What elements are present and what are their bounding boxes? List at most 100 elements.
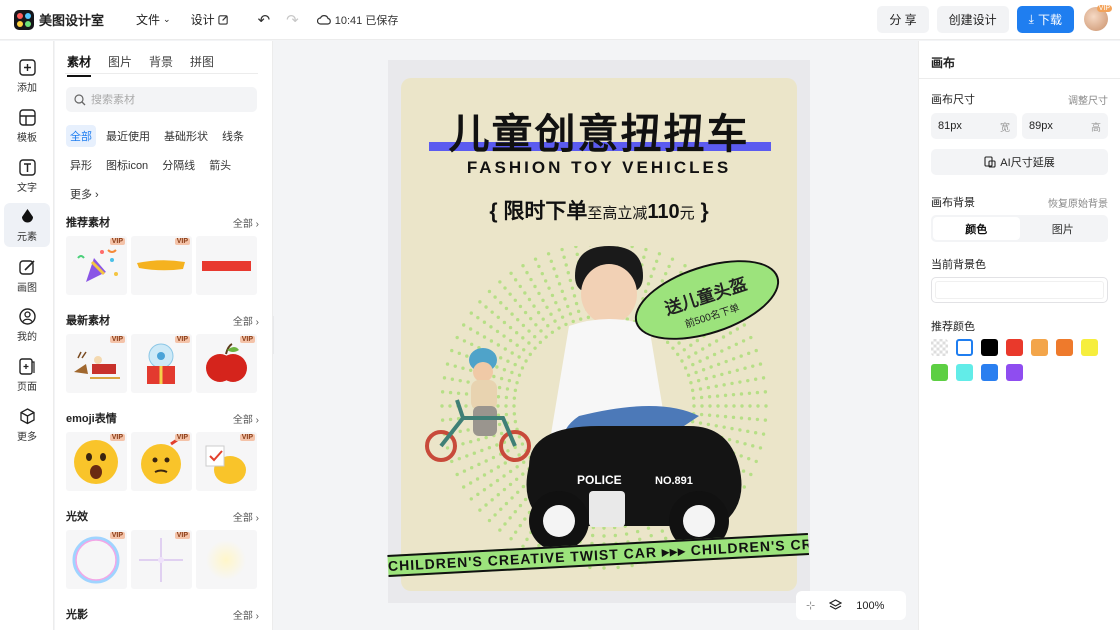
rail-item-add[interactable]: 添加 xyxy=(4,54,50,98)
material-thumb-sparkle[interactable]: VIP xyxy=(131,530,192,589)
filter-chips: 全部 最近使用 基础形状 线条 异形 图标icon 分隔线 箭头 更多 › xyxy=(66,125,266,205)
chip-irregular[interactable]: 异形 xyxy=(66,154,96,176)
chip-basic-shapes[interactable]: 基础形状 xyxy=(160,125,212,147)
bg-type-toggle: 颜色 图片 xyxy=(931,215,1108,242)
canvas-size-label: 画布尺寸 xyxy=(931,94,975,106)
material-thumb-chick-emoji[interactable]: VIP xyxy=(196,432,257,491)
car-police-text: POLICE xyxy=(577,473,622,487)
search-box[interactable] xyxy=(66,87,257,112)
rail-label: 添加 xyxy=(17,83,37,94)
download-icon: ⤓ xyxy=(1028,12,1034,26)
chip-icons[interactable]: 图标icon xyxy=(102,154,152,176)
width-field[interactable]: 81px 宽 xyxy=(931,113,1017,139)
app-logo[interactable]: 美图设计室 xyxy=(14,9,104,30)
poster-promo[interactable]: { 限时下单至高立减110元 } xyxy=(401,195,797,225)
section-title: 光效 xyxy=(66,511,88,523)
redo-icon[interactable]: ↷ xyxy=(286,11,299,29)
swatch-red[interactable] xyxy=(1006,339,1023,356)
resize-link[interactable]: 调整尺寸 xyxy=(1068,92,1108,107)
swatch-blue[interactable] xyxy=(981,364,998,381)
swatch-black[interactable] xyxy=(981,339,998,356)
poster-canvas[interactable]: 儿童创意扭扭车 FASHION TOY VEHICLES { 限时下单至高立减1… xyxy=(401,78,797,591)
section-light-effects: 光效 全部 › VIP VIP xyxy=(66,508,259,589)
material-thumb-glow[interactable] xyxy=(196,530,257,589)
rail-item-text[interactable]: 文字 xyxy=(4,154,50,198)
poster-title[interactable]: 儿童创意扭扭车 xyxy=(401,100,797,160)
color-swatches xyxy=(931,339,1111,381)
chip-recent[interactable]: 最近使用 xyxy=(102,125,154,147)
material-thumb-red-bar[interactable] xyxy=(196,236,257,295)
chip-all[interactable]: 全部 xyxy=(66,125,96,147)
logo-icon xyxy=(14,9,34,30)
chip-arrows[interactable]: 箭头 xyxy=(205,154,235,176)
material-thumb-thinking-emoji[interactable]: VIP xyxy=(131,432,192,491)
rail-item-page[interactable]: 页面 xyxy=(4,353,50,397)
user-icon xyxy=(18,307,36,325)
download-button[interactable]: ⤓ 下载 xyxy=(1016,6,1074,33)
chip-more[interactable]: 更多 › xyxy=(66,183,103,205)
swatch-yellow[interactable] xyxy=(1081,339,1098,356)
swatch-light-orange[interactable] xyxy=(1031,339,1048,356)
section-all-link[interactable]: 全部 › xyxy=(233,411,259,426)
material-thumb-party-popper[interactable]: VIP xyxy=(66,236,127,295)
restore-bg-link[interactable]: 恢复原始背景 xyxy=(1048,195,1108,210)
section-all-link[interactable]: 全部 › xyxy=(233,215,259,230)
burst-dot xyxy=(761,376,766,380)
material-thumb-yellow-brush[interactable]: VIP xyxy=(131,236,192,295)
rail-item-template[interactable]: 模板 xyxy=(4,104,50,148)
create-design-button[interactable]: 创建设计 xyxy=(936,6,1009,33)
section-all-link[interactable]: 全部 › xyxy=(233,509,259,524)
chip-lines[interactable]: 线条 xyxy=(218,125,248,147)
section-title: 光影 xyxy=(66,609,88,621)
material-thumb-snow-globe[interactable]: VIP xyxy=(131,334,192,393)
swatch-cyan[interactable] xyxy=(956,364,973,381)
search-icon xyxy=(74,93,86,105)
burst-dot xyxy=(602,566,606,570)
grid-icon[interactable]: ⊹ xyxy=(806,599,815,612)
canvas-area[interactable]: 儿童创意扭扭车 FASHION TOY VEHICLES { 限时下单至高立减1… xyxy=(274,41,918,630)
file-menu[interactable]: 文件 ⌄ xyxy=(129,7,178,32)
swatch-orange[interactable] xyxy=(1056,339,1073,356)
section-all-label: 全部 xyxy=(232,414,253,426)
height-field[interactable]: 89px 高 xyxy=(1022,113,1108,139)
section-all-link[interactable]: 全部 › xyxy=(233,607,259,622)
zoom-level[interactable]: 100% xyxy=(856,600,884,612)
poster-subtitle[interactable]: FASHION TOY VEHICLES xyxy=(401,158,797,178)
material-thumb-scared-emoji[interactable]: VIP xyxy=(66,432,127,491)
rail-item-draw[interactable]: 画图 xyxy=(4,254,50,298)
bg-type-image[interactable]: 图片 xyxy=(1020,217,1107,240)
section-all-label: 全部 xyxy=(232,218,253,230)
design-menu[interactable]: 设计 xyxy=(184,7,236,32)
burst-dot xyxy=(751,364,755,368)
section-latest: 最新素材 全部 › VIP VIP VIP xyxy=(66,312,259,393)
section-all-link[interactable]: 全部 › xyxy=(233,313,259,328)
swatch-purple[interactable] xyxy=(1006,364,1023,381)
burst-dot xyxy=(758,362,763,366)
rail-item-mine[interactable]: 我的 xyxy=(4,303,50,347)
rail-label: 更多 xyxy=(17,432,37,443)
canvas-bg-label: 画布背景 xyxy=(931,197,975,209)
search-input[interactable] xyxy=(91,93,241,106)
canvas-bottom-toolbar: ⊹ 100% xyxy=(796,591,906,620)
undo-icon[interactable]: ↶ xyxy=(258,11,271,29)
vip-tag: VIP xyxy=(174,238,190,245)
material-thumb-apple[interactable]: VIP xyxy=(196,334,257,393)
rail-item-more[interactable]: 更多 xyxy=(4,403,50,447)
ai-extend-button[interactable]: AI尺寸延展 xyxy=(931,149,1108,175)
bg-type-color[interactable]: 颜色 xyxy=(933,217,1020,240)
swatch-white[interactable] xyxy=(956,339,973,356)
swatch-transparent[interactable] xyxy=(931,339,948,356)
chip-dividers[interactable]: 分隔线 xyxy=(158,154,199,176)
avatar[interactable]: VIP xyxy=(1084,5,1112,31)
rail-item-elements[interactable]: 元素 xyxy=(4,203,50,247)
current-bg-color-input[interactable] xyxy=(931,277,1108,303)
layers-icon[interactable] xyxy=(829,599,843,612)
burst-dot xyxy=(763,418,768,422)
share-button[interactable]: 分 享 xyxy=(877,6,929,33)
material-thumb-bubble[interactable]: VIP xyxy=(66,530,127,589)
properties-panel: 画布 画布尺寸 调整尺寸 81px 宽 89px 高 AI尺寸延展 画布背景 恢… xyxy=(918,41,1120,630)
vip-badge: VIP xyxy=(1096,5,1112,12)
material-thumb-sleigh[interactable]: VIP xyxy=(66,334,127,393)
height-unit: 高 xyxy=(1091,122,1101,134)
swatch-green[interactable] xyxy=(931,364,948,381)
